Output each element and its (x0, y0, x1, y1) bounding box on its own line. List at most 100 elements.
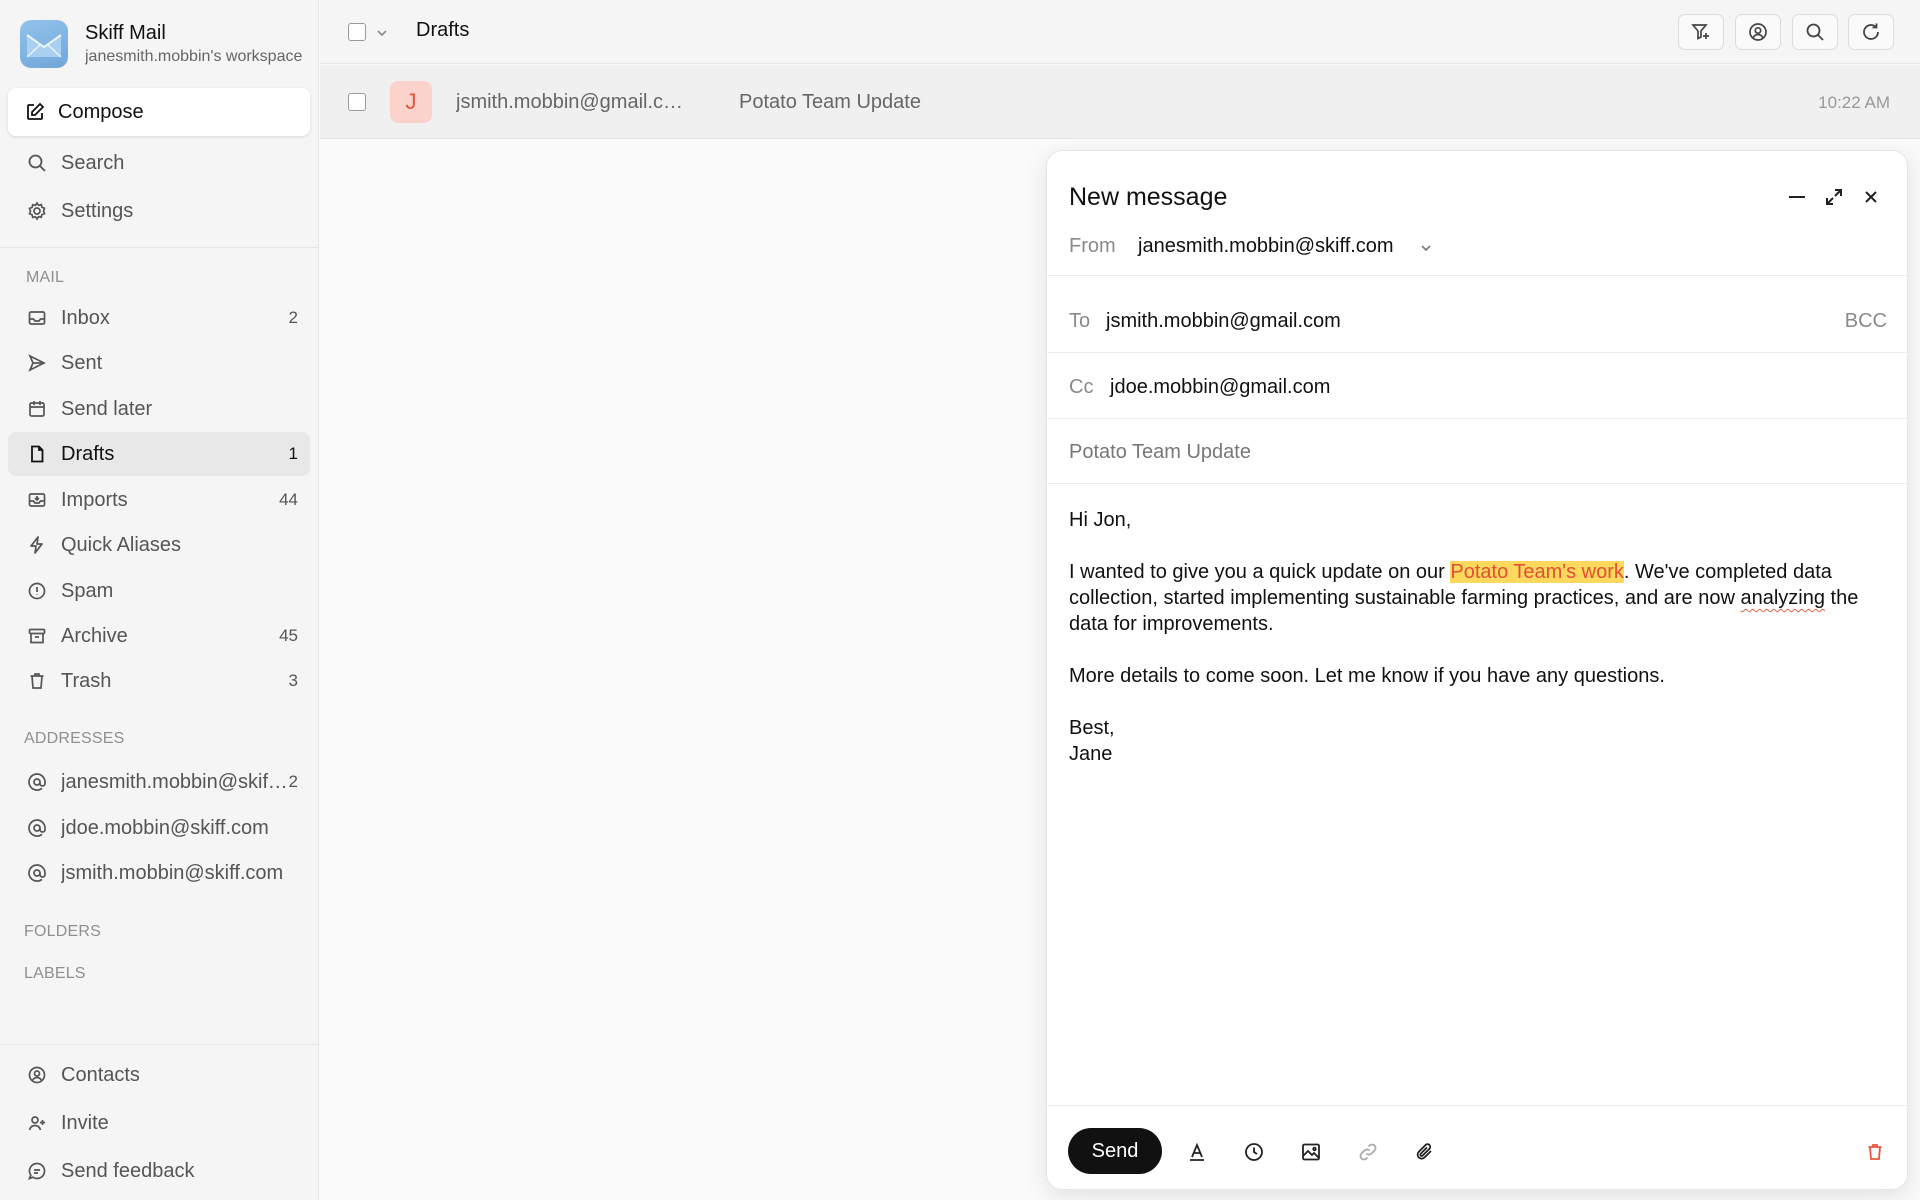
sidebar-item-label: Sent (61, 351, 103, 374)
at-icon (26, 817, 48, 839)
select-all-checkbox[interactable] (348, 23, 366, 41)
image-icon[interactable] (1299, 1140, 1323, 1164)
sidebar-address-item[interactable]: jsmith.mobbin@skiff.com (8, 851, 310, 895)
attachment-icon[interactable] (1413, 1140, 1437, 1164)
account-button[interactable] (1735, 14, 1781, 50)
bolt-icon (26, 534, 48, 556)
sidebar: Skiff Mail janesmith.mobbin's workspace … (0, 0, 319, 1200)
subject-field[interactable]: Potato Team Update (1047, 419, 1909, 484)
search-icon (1804, 21, 1826, 43)
invite-icon (26, 1112, 48, 1134)
sidebar-item-label: Drafts (61, 442, 115, 465)
cc-recipient[interactable]: jdoe.mobbin@gmail.com (1110, 376, 1330, 399)
row-sender: jsmith.mobbin@gmail.com (456, 91, 688, 113)
row-time: 10:22 AM (1818, 93, 1890, 112)
trash-icon[interactable] (1863, 1140, 1887, 1164)
sidebar-item-imports[interactable]: Imports 44 (8, 478, 310, 522)
sidebar-item-contacts[interactable]: Contacts (8, 1053, 310, 1097)
cc-field[interactable]: Cc jdoe.mobbin@gmail.com (1047, 354, 1909, 419)
row-checkbox[interactable] (348, 93, 366, 111)
sidebar-item-label: Trash (61, 669, 112, 692)
sidebar-item-spam[interactable]: Spam (8, 569, 310, 613)
spellcheck-word[interactable]: analyzing (1740, 587, 1825, 609)
divider (0, 247, 319, 248)
body-signoff: Best, (1069, 717, 1115, 739)
gear-icon (26, 200, 48, 222)
page-title: Drafts (416, 19, 470, 41)
mail-list-row[interactable]: J jsmith.mobbin@gmail.com Potato Team Up… (320, 65, 1920, 139)
sidebar-item-label: Imports (61, 488, 128, 511)
chevron-down-icon[interactable] (375, 26, 389, 40)
cc-label: Cc (1069, 376, 1094, 398)
workspace-name: janesmith.mobbin's workspace (85, 48, 303, 65)
sidebar-item-inbox[interactable]: Inbox 2 (8, 296, 310, 340)
sidebar-item-sent[interactable]: Sent (8, 341, 310, 385)
send-icon (26, 352, 48, 374)
expand-icon[interactable] (1822, 185, 1846, 209)
unread-count: 1 (288, 444, 298, 463)
unread-count: 2 (288, 772, 298, 791)
skiff-logo (20, 20, 68, 68)
from-value: janesmith.mobbin@skiff.com (1138, 235, 1394, 257)
search-button[interactable] (1792, 14, 1838, 50)
sidebar-item-label: jdoe.mobbin@skiff.com (61, 816, 269, 839)
sidebar-item-invite[interactable]: Invite (8, 1101, 310, 1145)
section-label-mail: MAIL (26, 269, 65, 286)
bcc-toggle[interactable]: BCC (1845, 310, 1887, 333)
sidebar-item-label: Archive (61, 624, 128, 647)
sidebar-item-send-later[interactable]: Send later (8, 387, 310, 431)
compose-button[interactable]: Compose (8, 88, 310, 136)
filter-button[interactable] (1678, 14, 1724, 50)
sidebar-item-label: Spam (61, 579, 114, 602)
subject-input[interactable]: Potato Team Update (1069, 441, 1251, 464)
from-label: From (1069, 235, 1116, 257)
sidebar-item-trash[interactable]: Trash 3 (8, 659, 310, 703)
section-label-folders[interactable]: FOLDERS (24, 923, 101, 941)
highlighted-text: Potato Team's work (1450, 561, 1624, 583)
body-paragraph: I wanted to give you a quick update on o… (1069, 561, 1859, 635)
unread-count: 2 (288, 308, 298, 327)
send-button[interactable]: Send (1068, 1128, 1162, 1174)
sidebar-item-send-feedback[interactable]: Send feedback (8, 1149, 310, 1193)
minimize-icon[interactable] (1785, 185, 1809, 209)
sidebar-item-label: Quick Aliases (61, 533, 182, 556)
compose-title: New message (1069, 183, 1228, 211)
to-label: To (1069, 310, 1091, 332)
sidebar-item-archive[interactable]: Archive 45 (8, 614, 310, 658)
sidebar-address-item[interactable]: janesmith.mobbin@skiff.com 2 (8, 760, 310, 804)
app-name: Skiff Mail (85, 22, 166, 44)
unread-count: 3 (288, 671, 298, 690)
divider (0, 1044, 319, 1045)
filter-icon (1690, 21, 1712, 43)
trash-icon (26, 670, 48, 692)
chevron-down-icon (1419, 241, 1433, 255)
body-greeting: Hi Jon, (1069, 509, 1132, 531)
text-format-icon[interactable] (1185, 1140, 1209, 1164)
section-label-labels[interactable]: LABELS (24, 965, 86, 983)
from-field[interactable]: From janesmith.mobbin@skiff.com (1047, 211, 1909, 276)
search-icon (26, 152, 48, 174)
message-body[interactable]: Hi Jon, I wanted to give you a quick upd… (1069, 507, 1884, 767)
sidebar-item-drafts[interactable]: Drafts 1 (8, 432, 310, 476)
refresh-button[interactable] (1848, 14, 1894, 50)
sidebar-item-quick-aliases[interactable]: Quick Aliases (8, 523, 310, 567)
workspace-switcher[interactable]: Skiff Mail janesmith.mobbin's workspace (20, 20, 305, 68)
inbox-icon (26, 307, 48, 329)
compose-label: Compose (58, 100, 144, 123)
sidebar-item-label: jsmith.mobbin@skiff.com (61, 861, 284, 884)
calendar-icon (26, 398, 48, 420)
sidebar-item-label: Contacts (61, 1063, 140, 1086)
avatar: J (390, 81, 432, 123)
sidebar-item-label: Send later (61, 397, 153, 420)
sidebar-item-settings[interactable]: Settings (8, 189, 310, 233)
to-recipient[interactable]: jsmith.mobbin@gmail.com (1106, 310, 1341, 333)
schedule-clock-icon[interactable] (1242, 1140, 1266, 1164)
to-field[interactable]: To jsmith.mobbin@gmail.com BCC (1047, 288, 1909, 353)
close-icon[interactable] (1859, 185, 1883, 209)
sidebar-item-label: Settings (61, 199, 134, 222)
sidebar-address-item[interactable]: jdoe.mobbin@skiff.com (8, 806, 310, 850)
link-icon[interactable] (1356, 1140, 1380, 1164)
unread-count: 45 (279, 626, 298, 645)
sidebar-item-label: Inbox (61, 306, 110, 329)
sidebar-item-search[interactable]: Search (8, 141, 310, 185)
